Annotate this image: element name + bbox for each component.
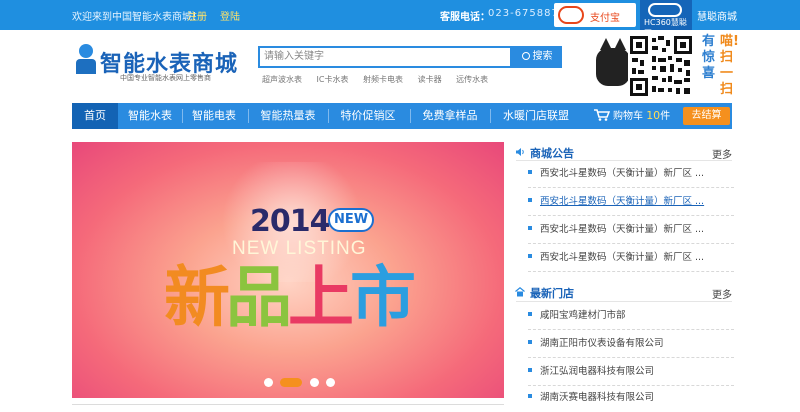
nav-promotion[interactable]: 特价促销区 (334, 103, 402, 129)
speaker-icon (516, 148, 524, 156)
scan-promo-col2: 喵!扫一扫 (720, 34, 739, 97)
announcement-item[interactable]: 西安北斗星数码（天衡计量）新厂区 ... (528, 244, 734, 272)
store-item[interactable]: 浙江弘润电器科技有限公司 (528, 358, 734, 386)
search-button-label: 搜索 (532, 51, 553, 62)
store-item[interactable]: 湖南沃赛电器科技有限公司 (528, 384, 734, 412)
welcome-text: 欢迎来到中国智能水表商城！ (72, 12, 202, 23)
promo-banner[interactable]: 2014 NEW NEW LISTING 新品上市 (72, 142, 504, 398)
cart-count: 10 (646, 109, 661, 122)
hot-words: 超声波水表 IC卡水表 射频卡电表 读卡器 远传水表 (262, 74, 500, 85)
hc-mall-link[interactable]: 慧聪商城 (697, 8, 737, 23)
banner-dot[interactable] (326, 378, 335, 387)
nav-home[interactable]: 首页 (72, 103, 118, 129)
alipay-link[interactable]: 支付宝 (554, 3, 636, 27)
hot-word-link[interactable]: 射频卡电表 (363, 75, 403, 84)
banner-new-badge: NEW (328, 208, 374, 232)
hot-word-link[interactable]: IC卡水表 (317, 75, 349, 84)
hc360-ring-icon (648, 3, 682, 17)
banner-dot[interactable] (310, 378, 319, 387)
nav-free-samples[interactable]: 免费拿样品 (416, 103, 484, 129)
cart-label: 购物车 (613, 111, 643, 122)
register-link[interactable]: 注册 (187, 8, 207, 23)
store-icon (515, 287, 525, 297)
site-subtitle: 中国专业智能水表网上零售商 (120, 74, 211, 82)
checkout-button[interactable]: 去结算 (683, 107, 730, 125)
search-input[interactable]: 请输入关键字 (258, 46, 512, 68)
cart-icon (594, 109, 610, 121)
shopping-cart[interactable]: 购物车 10件 (594, 103, 682, 129)
top-bar: 欢迎来到中国智能水表商城！ 注册 登陆 客服电话： 023-67588772 支… (0, 0, 800, 38)
cart-unit: 件 (660, 111, 671, 122)
alipay-logo-icon (558, 6, 584, 24)
search-button[interactable]: 搜索 (512, 46, 562, 68)
banner-dot-active[interactable] (280, 378, 302, 387)
banner-dot[interactable] (264, 378, 273, 387)
banner-listing: NEW LISTING (232, 238, 367, 259)
hot-word-link[interactable]: 读卡器 (418, 75, 442, 84)
phone-label: 客服电话： (440, 12, 490, 23)
cat-silhouette-icon (596, 38, 630, 88)
alipay-label: 支付宝 (590, 13, 620, 24)
stores-title: 最新门店 (530, 287, 574, 300)
login-link[interactable]: 登陆 (220, 8, 240, 23)
banner-year: 2014 (250, 204, 330, 239)
site-logo-icon[interactable] (76, 44, 96, 74)
banner-headline: 新品上市 (164, 259, 416, 336)
search-icon (521, 52, 530, 60)
qr-code (628, 34, 694, 98)
hot-word-link[interactable]: 远传水表 (456, 75, 488, 84)
scan-promo-text: 有惊喜 喵!扫一扫 (702, 34, 742, 104)
announcement-item[interactable]: 西安北斗星数码（天衡计量）新厂区 ... (528, 160, 734, 188)
nav-smart-water-meter[interactable]: 智能水表 (122, 103, 178, 129)
nav-smart-heat-meter[interactable]: 智能热量表 (254, 103, 322, 129)
hc360-logo[interactable]: HC360慧聪网 (640, 0, 692, 38)
hot-word-link[interactable]: 超声波水表 (262, 75, 302, 84)
scan-promo-col1: 有惊喜 (702, 34, 716, 81)
announcement-item[interactable]: 西安北斗星数码（天衡计量）新厂区 ... (528, 188, 734, 216)
nav-smart-electric-meter[interactable]: 智能电表 (186, 103, 242, 129)
announcements-more-link[interactable]: 更多 (712, 146, 732, 161)
announcement-item[interactable]: 西安北斗星数码（天衡计量）新厂区 ... (528, 216, 734, 244)
announcements-title: 商城公告 (530, 147, 574, 160)
nav-store-alliance[interactable]: 水暖门店联盟 (496, 103, 576, 129)
store-item[interactable]: 咸阳宝鸡建材门市部 (528, 302, 734, 330)
stores-more-link[interactable]: 更多 (712, 286, 732, 301)
store-item[interactable]: 湖南正阳市仪表设备有限公司 (528, 330, 734, 358)
